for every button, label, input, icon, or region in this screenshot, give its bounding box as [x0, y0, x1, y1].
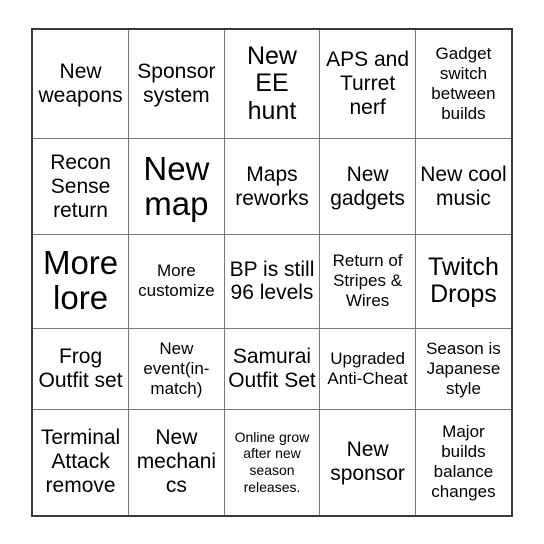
bingo-cell-label: Frog Outfit set — [38, 344, 123, 392]
bingo-cell-label: Season is Japanese style — [426, 338, 501, 398]
bingo-cell-label: Online grow after new season releases. — [234, 428, 310, 496]
bingo-cell-label: Maps reworks — [235, 162, 309, 210]
bingo-cell-label: New event(in-match) — [143, 338, 210, 398]
bingo-cell-3-3[interactable]: Upgraded Anti-Cheat — [319, 327, 416, 410]
bingo-cell-0-0[interactable]: New weapons — [33, 30, 130, 140]
bingo-cell-label: Sponsor system — [137, 60, 216, 108]
bingo-cell-label: New mechanics — [136, 426, 217, 498]
bingo-cell-3-1[interactable]: New event(in-match) — [128, 327, 225, 410]
bingo-cell-4-2[interactable]: Online grow after new season releases. — [223, 408, 321, 515]
bingo-card: New weapons Sponsor system New EE hunt A… — [31, 28, 513, 517]
bingo-cell-0-2[interactable]: New EE hunt — [223, 30, 321, 140]
bingo-row: More lore More customize BP is still 96 … — [33, 234, 511, 329]
bingo-cell-label: New gadgets — [330, 162, 405, 210]
bingo-cell-0-3[interactable]: APS and Turret nerf — [319, 30, 416, 140]
bingo-cell-3-4[interactable]: Season is Japanese style — [414, 327, 511, 410]
bingo-grid: New weapons Sponsor system New EE hunt A… — [33, 30, 511, 515]
bingo-grid-body: New weapons Sponsor system New EE hunt A… — [33, 30, 511, 515]
bingo-cell-label: Return of Stripes & Wires — [332, 251, 403, 311]
bingo-cell-label: More customize — [138, 261, 215, 301]
bingo-cell-label: New sponsor — [330, 438, 405, 486]
bingo-cell-label: Gadget switch between builds — [431, 44, 496, 124]
bingo-cell-label: New map — [143, 149, 210, 222]
bingo-cell-3-0[interactable]: Frog Outfit set — [33, 327, 130, 410]
bingo-cell-4-3[interactable]: New sponsor — [319, 408, 416, 515]
bingo-cell-label: Samurai Outfit Set — [228, 344, 316, 392]
bingo-cell-label: New weapons — [38, 60, 123, 108]
bingo-cell-label: Upgraded Anti-Cheat — [327, 348, 408, 388]
bingo-cell-label: Terminal Attack remove — [40, 426, 121, 498]
bingo-cell-label: APS and Turret nerf — [326, 48, 410, 120]
bingo-cell-label: Recon Sense return — [50, 150, 111, 222]
bingo-cell-label: Twitch Drops — [428, 252, 499, 309]
bingo-cell-2-0[interactable]: More lore — [33, 234, 130, 329]
bingo-cell-label: New EE hunt — [246, 41, 297, 125]
bingo-cell-2-4[interactable]: Twitch Drops — [414, 234, 511, 329]
bingo-row: Terminal Attack remove New mechanics Onl… — [33, 408, 511, 515]
bingo-cell-4-1[interactable]: New mechanics — [128, 408, 225, 515]
bingo-cell-0-1[interactable]: Sponsor system — [128, 30, 225, 140]
bingo-cell-4-0[interactable]: Terminal Attack remove — [33, 408, 130, 515]
bingo-cell-label: BP is still 96 levels — [229, 257, 315, 305]
bingo-cell-4-4[interactable]: Major builds balance changes — [414, 408, 511, 515]
bingo-cell-0-4[interactable]: Gadget switch between builds — [414, 30, 511, 140]
bingo-cell-2-3[interactable]: Return of Stripes & Wires — [319, 234, 416, 329]
bingo-row: Frog Outfit set New event(in-match) Samu… — [33, 327, 511, 410]
bingo-row: Recon Sense return New map Maps reworks … — [33, 138, 511, 236]
bingo-cell-1-0[interactable]: Recon Sense return — [33, 138, 130, 236]
bingo-row: New weapons Sponsor system New EE hunt A… — [33, 30, 511, 140]
bingo-cell-1-4[interactable]: New cool music — [414, 138, 511, 236]
bingo-cell-2-2[interactable]: BP is still 96 levels — [223, 234, 321, 329]
bingo-cell-label: New cool music — [420, 162, 507, 210]
bingo-cell-2-1[interactable]: More customize — [128, 234, 225, 329]
bingo-cell-label: More lore — [42, 244, 119, 317]
bingo-cell-1-2[interactable]: Maps reworks — [223, 138, 321, 236]
bingo-cell-1-1[interactable]: New map — [128, 138, 225, 236]
bingo-cell-label: Major builds balance changes — [431, 422, 496, 502]
bingo-cell-3-2[interactable]: Samurai Outfit Set — [223, 327, 321, 410]
bingo-cell-1-3[interactable]: New gadgets — [319, 138, 416, 236]
